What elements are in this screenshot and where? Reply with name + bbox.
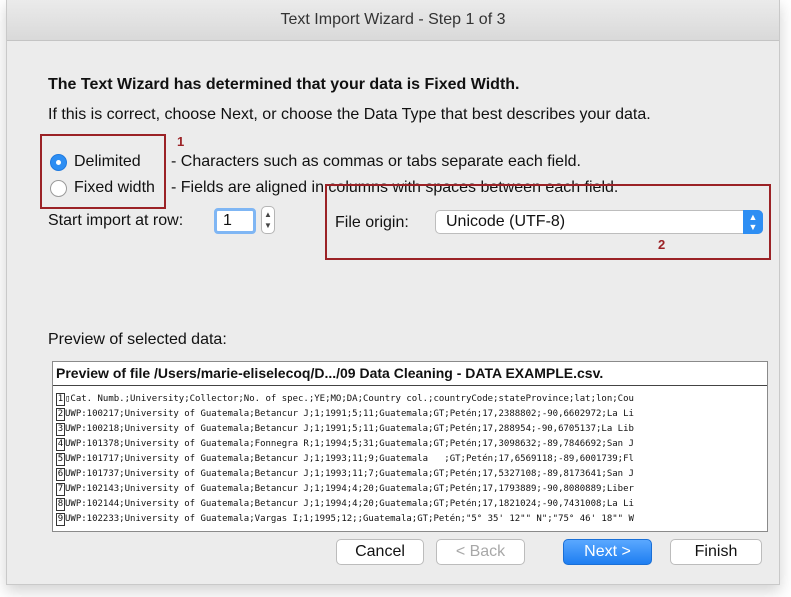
stepper-down-icon[interactable]: ▼ bbox=[262, 221, 274, 231]
preview-line: 6 UWP:101737;University of Guatemala;Beta… bbox=[56, 468, 634, 481]
select-chevron-icon: ▲ ▼ bbox=[743, 210, 763, 234]
preview-line: 4 UWP:101378;University of Guatemala;Fonn… bbox=[56, 438, 634, 451]
preview-line: 3 UWP:100218;University of Guatemala;Beta… bbox=[56, 423, 634, 436]
finish-button[interactable]: Finish bbox=[670, 539, 762, 565]
back-button[interactable]: < Back bbox=[436, 539, 525, 565]
window-title: Text Import Wizard - Step 1 of 3 bbox=[7, 0, 779, 41]
preview-line: 2 UWP:100217;University of Guatemala;Beta… bbox=[56, 408, 634, 421]
preview-file-header: Preview of file /Users/marie-eliselecoq/… bbox=[56, 365, 604, 381]
delimited-radio[interactable]: Delimited bbox=[50, 153, 160, 173]
preview-line: 8 UWP:102144;University of Guatemala;Beta… bbox=[56, 498, 634, 511]
wizard-heading: The Text Wizard has determined that your… bbox=[48, 76, 520, 93]
delimited-description: - Characters such as commas or tabs sepa… bbox=[171, 153, 581, 170]
preview-pane[interactable]: Preview of file /Users/marie-eliselecoq/… bbox=[52, 361, 768, 532]
preview-lines: 1 ▯Cat. Numb.;University;Collector;No. of… bbox=[56, 392, 634, 527]
fixed-width-radio[interactable]: Fixed width bbox=[50, 179, 170, 199]
cancel-button[interactable]: Cancel bbox=[336, 539, 424, 565]
file-origin-value: Unicode (UTF-8) bbox=[446, 213, 566, 230]
annotation-label-2: 2 bbox=[658, 237, 666, 252]
start-row-stepper[interactable]: ▲ ▼ bbox=[261, 206, 275, 234]
radio-selected-icon bbox=[50, 154, 67, 171]
file-origin-select[interactable]: Unicode (UTF-8) ▲ ▼ bbox=[435, 210, 763, 234]
preview-line: 1 ▯Cat. Numb.;University;Collector;No. of… bbox=[56, 393, 634, 406]
wizard-instructions: If this is correct, choose Next, or choo… bbox=[48, 106, 651, 123]
preview-line: 7 UWP:102143;University of Guatemala;Beta… bbox=[56, 483, 634, 496]
annotation-label-1: 1 bbox=[177, 134, 185, 149]
stepper-up-icon[interactable]: ▲ bbox=[262, 210, 274, 220]
preview-label: Preview of selected data: bbox=[48, 331, 227, 348]
preview-divider bbox=[53, 385, 767, 386]
preview-line: 9 UWP:102233;University of Guatemala;Varg… bbox=[56, 513, 634, 526]
next-button[interactable]: Next > bbox=[563, 539, 652, 565]
fixed-width-label: Fixed width bbox=[74, 179, 155, 196]
file-origin-label: File origin: bbox=[335, 214, 409, 231]
start-row-input[interactable]: 1 bbox=[214, 208, 256, 234]
preview-line: 5 UWP:101717;University of Guatemala;Beta… bbox=[56, 453, 634, 466]
radio-unselected-icon bbox=[50, 180, 67, 197]
delimited-label: Delimited bbox=[74, 153, 141, 170]
start-row-label: Start import at row: bbox=[48, 212, 184, 229]
text-import-wizard-window: Text Import Wizard - Step 1 of 3 The Tex… bbox=[6, 0, 780, 585]
